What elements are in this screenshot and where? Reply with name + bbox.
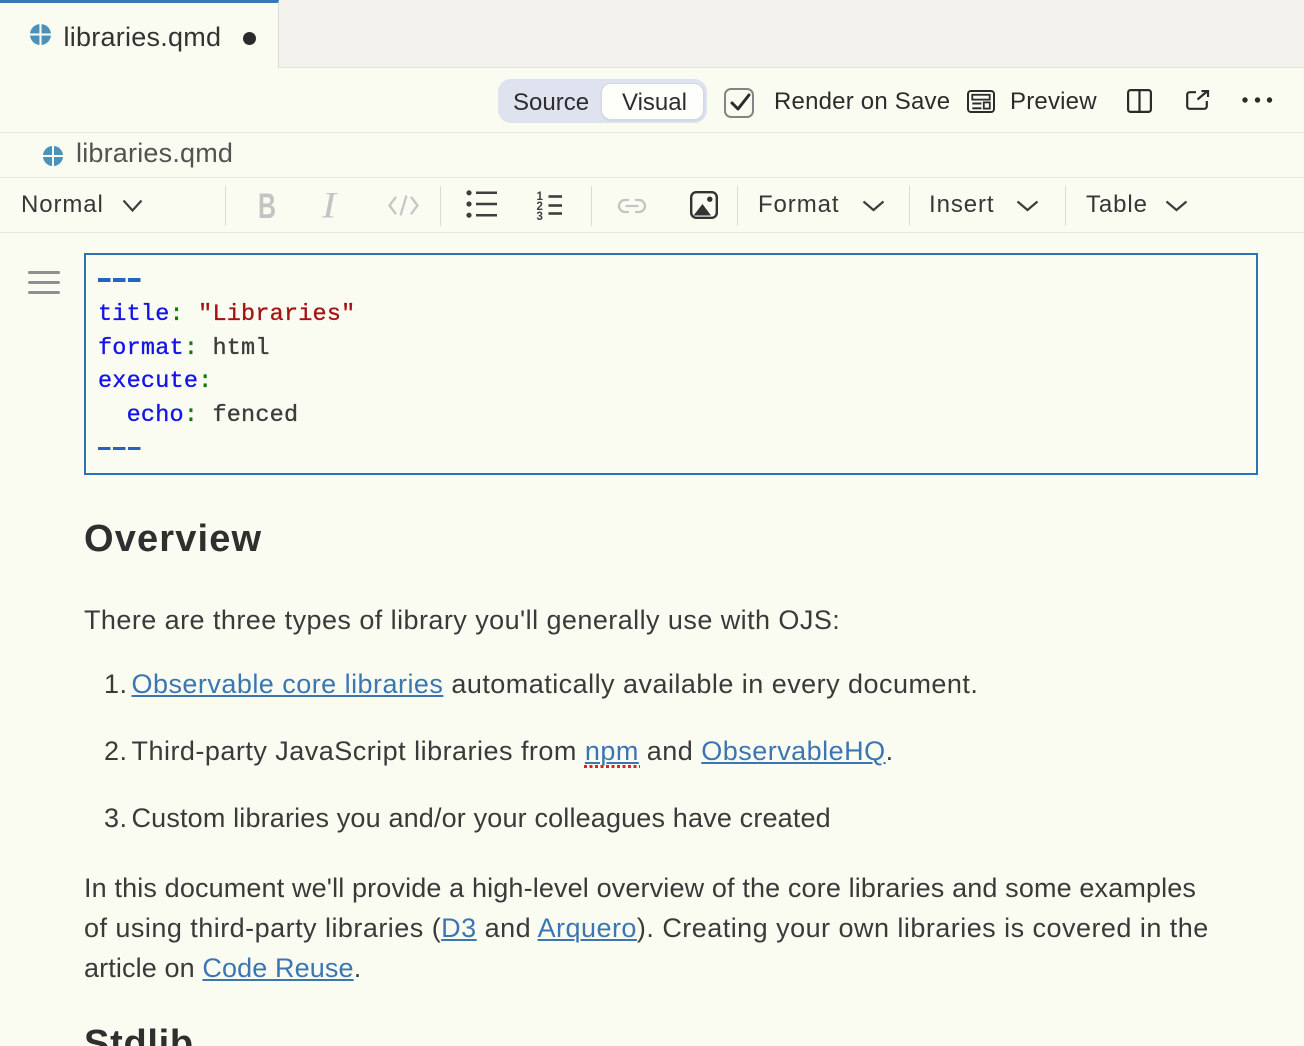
svg-text:3: 3	[537, 211, 543, 223]
